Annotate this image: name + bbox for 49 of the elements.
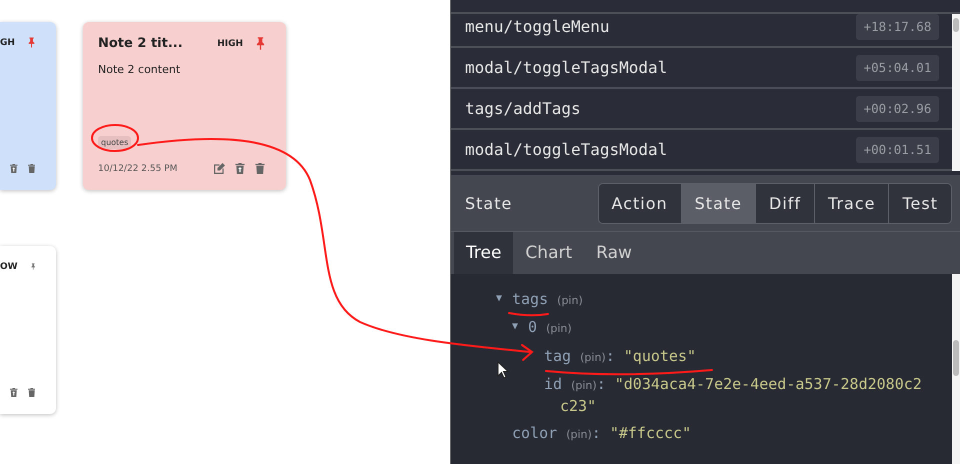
note-content: Note 2 content [98,63,182,76]
time-badge: +00:01.51 [856,136,939,162]
pin-icon[interactable] [28,36,35,49]
action-name: tags/addTags [465,99,582,118]
tab[interactable]: Trace [814,184,888,222]
action-name: modal/toggleTagsModal [465,58,668,77]
tab[interactable]: Action [598,184,681,222]
scrollbar[interactable] [952,14,960,171]
panel-title: State [465,194,514,212]
tab[interactable]: State [680,184,755,222]
note-title: Note 2 tit... [98,36,184,51]
time-badge: +18:17.68 [856,14,939,40]
tag-chip[interactable]: quotes [98,136,132,149]
trash-icon[interactable] [255,163,265,174]
tree-entry: tags (pin) [512,288,583,310]
trash-arrow-icon[interactable] [235,163,245,174]
time-badge: +05:04.01 [856,54,939,80]
trash-arrow-icon[interactable] [10,387,18,398]
mouse-cursor-icon [498,360,510,379]
trash-icon[interactable] [28,163,35,174]
underline-mark [508,312,549,316]
tree-entry: color (pin): "#ffcccc" [512,422,692,444]
action-name: menu/toggleMenu [465,17,610,36]
circle-annotation [91,124,139,152]
priority-label: GH [0,38,15,48]
action-row[interactable]: tags/addTags +00:02.96 [451,89,952,130]
scrollbar[interactable] [952,274,960,464]
priority-label: HIGH [217,38,243,48]
view-tab[interactable]: Chart [513,232,584,274]
view-tab[interactable]: Raw [584,232,644,274]
action-row[interactable]: menu/toggleMenu +18:17.68 [451,14,952,48]
priority-label: OW [0,262,18,272]
tree-entry: id (pin): "d034aca4-7e2e-4eed-a537-28d2080c2c23" [544,374,923,416]
tree-entry: 0 (pin) [528,317,572,338]
action-row[interactable]: modal/toggleTagsModal +05:04.01 [451,48,952,89]
view-tab[interactable]: Tree [454,232,514,274]
action-name: modal/toggleTagsModal [465,140,668,159]
tab[interactable]: Test [888,184,951,222]
tree-entry: tag (pin): "quotes" [544,346,696,366]
expand-toggle[interactable]: ▼ [512,321,518,332]
note-date: 10/12/22 2.55 PM [98,164,178,174]
pin-icon[interactable] [256,37,265,50]
expand-toggle[interactable]: ▼ [496,292,502,304]
edit-icon[interactable] [214,163,225,174]
tab[interactable]: Diff [755,184,814,222]
time-badge: +00:02.96 [856,96,939,122]
trash-icon[interactable] [28,387,35,398]
trash-arrow-icon[interactable] [10,163,18,174]
action-row[interactable]: modal/toggleTagsModal +00:01.51 [451,130,952,171]
